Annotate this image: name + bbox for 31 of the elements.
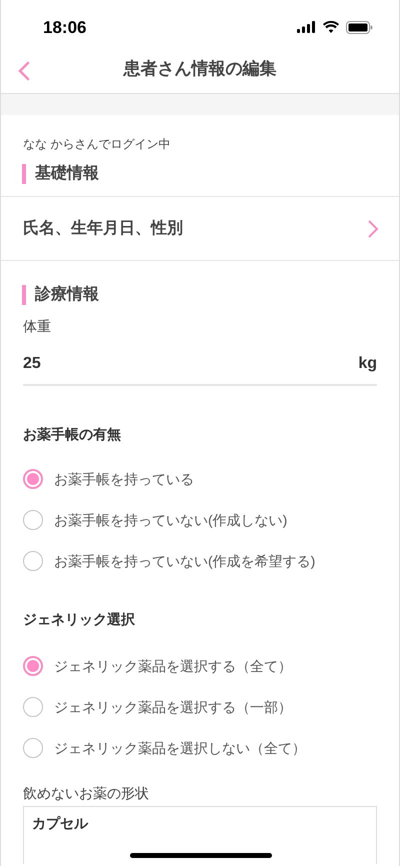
back-icon[interactable] xyxy=(17,61,31,81)
radio-label[interactable]: お薬手帳を持っていない(作成しない) xyxy=(54,510,288,530)
login-note: なな からさんでログイン中 xyxy=(22,136,172,152)
radio-button[interactable] xyxy=(23,697,43,717)
radio-label[interactable]: お薬手帳を持っている xyxy=(54,468,194,490)
radio-button[interactable] xyxy=(23,656,43,676)
status-time: 18:06 xyxy=(43,17,86,40)
radio-button[interactable] xyxy=(23,551,43,571)
radio-label[interactable]: ジェネリック薬品を選択する（一部） xyxy=(54,696,292,718)
section-marker xyxy=(22,285,26,305)
list-row[interactable]: 氏名、生年月日、性別 xyxy=(1,197,399,261)
wifi-icon xyxy=(323,21,339,33)
radio-button[interactable] xyxy=(23,510,43,530)
weight-input[interactable]: 25 kg xyxy=(23,343,377,386)
radio-label[interactable]: ジェネリック薬品を選択する（全て） xyxy=(54,656,292,676)
chevron-right-icon xyxy=(367,218,379,238)
radio-label[interactable]: ジェネリック薬品を選択しない（全て） xyxy=(54,738,306,758)
screen-title: 患者さん情報の編集 xyxy=(124,58,276,80)
radio-button[interactable] xyxy=(23,738,43,758)
radio-button[interactable] xyxy=(23,469,43,489)
field-label: 飲めないお薬の形状 xyxy=(22,784,150,803)
radio-label[interactable]: お薬手帳を持っていない(作成を希望する) xyxy=(54,550,316,572)
section-marker xyxy=(22,164,26,184)
signal-icon xyxy=(297,21,316,33)
battery-icon xyxy=(346,20,373,34)
group-title: ジェネリック選択 xyxy=(22,610,136,629)
group-title: お薬手帳の有無 xyxy=(22,425,122,444)
section-heading: 基礎情報 xyxy=(35,164,99,184)
unit-label: kg xyxy=(358,354,377,374)
field-label: 体重 xyxy=(22,317,52,336)
section-heading: 診療情報 xyxy=(35,284,99,305)
